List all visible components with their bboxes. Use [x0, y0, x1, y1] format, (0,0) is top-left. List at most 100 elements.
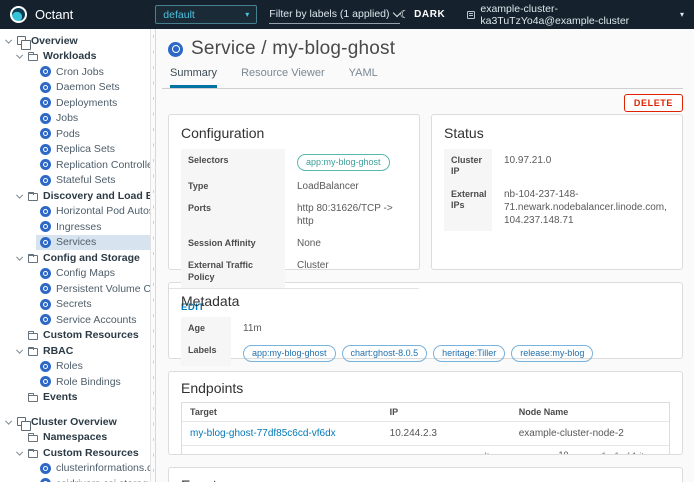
sidebar-item[interactable]: Namespaces: [0, 430, 150, 446]
sidebar-item-label: Services: [56, 236, 96, 248]
sidebar-item[interactable]: Cron Jobs: [0, 64, 150, 80]
resource-type-icon: [28, 435, 38, 443]
page-size-select[interactable]: 10: [556, 450, 589, 455]
sidebar-item[interactable]: Ingresses: [0, 219, 150, 235]
chevron-down-icon: [581, 450, 588, 455]
sidebar-item[interactable]: Role Bindings: [0, 374, 150, 390]
sidebar-item-label: Replica Sets: [56, 143, 115, 155]
sidebar-item-label: Daemon Sets: [56, 81, 120, 93]
sidebar-item[interactable]: Replica Sets: [0, 142, 150, 158]
resource-type-icon: [40, 463, 51, 474]
sidebar-item[interactable]: clusterinformations.crd.projec: [0, 461, 150, 477]
chevron-expand-icon[interactable]: [15, 452, 24, 455]
labels-label: Labels: [181, 339, 231, 366]
status-row: External IPs nb-104-237-148-71.newark.no…: [444, 183, 670, 231]
sidebar-item[interactable]: Persistent Volume Claims: [0, 281, 150, 297]
sidebar-item[interactable]: Custom Resources: [0, 445, 150, 461]
chevron-expand-icon[interactable]: [15, 195, 24, 198]
sidebar-item[interactable]: Secrets: [0, 297, 150, 313]
resource-type-icon: [40, 221, 51, 232]
resource-type-icon: [40, 128, 51, 139]
sidebar-item[interactable]: Discovery and Load Balancing: [0, 188, 150, 204]
sidebar-item-label: Role Bindings: [56, 376, 121, 388]
config-row-value: http 80:31626/TCP -> http: [297, 203, 393, 227]
tab-summary[interactable]: Summary: [170, 67, 217, 88]
theme-toggle[interactable]: ☾ DARK: [400, 8, 446, 21]
resource-type-icon: [28, 348, 38, 356]
endpoints-table: Target IP Node Name my-blog-ghost-77df85…: [181, 402, 670, 455]
theme-toggle-label: DARK: [414, 9, 445, 20]
moon-icon: ☾: [400, 8, 410, 21]
sidebar-item[interactable]: RBAC: [0, 343, 150, 359]
resource-type-icon: [40, 376, 51, 387]
resource-type-icon: [40, 175, 51, 186]
sidebar-item[interactable]: Stateful Sets: [0, 173, 150, 189]
sidebar-item[interactable]: Cluster Overview: [0, 414, 150, 430]
label-filter-text: Filter by labels (1 applied): [269, 8, 389, 20]
sidebar-item[interactable]: Config and Storage: [0, 250, 150, 266]
metadata-labels-row: Labels app:my-blog-ghost chart:ghost-8.0…: [181, 339, 670, 366]
sidebar-item-label: Service Accounts: [56, 314, 137, 326]
resource-type-icon: [17, 417, 26, 426]
sidebar-item[interactable]: Roles: [0, 359, 150, 375]
sidebar-item[interactable]: Service Accounts: [0, 312, 150, 328]
tab-yaml[interactable]: YAML: [349, 67, 378, 88]
sidebar-item[interactable]: Daemon Sets: [0, 80, 150, 96]
caret-down-icon: ▾: [245, 10, 249, 19]
resource-type-icon: [40, 144, 51, 155]
status-row-value: nb-104-237-148-71.newark.nodebalancer.li…: [504, 189, 667, 226]
column-header-ip: IP: [382, 403, 511, 421]
config-row: Type LoadBalancer: [181, 175, 407, 197]
sidebar-item[interactable]: Replication Controllers: [0, 157, 150, 173]
sidebar-item[interactable]: Events: [0, 390, 150, 406]
sidebar-item[interactable]: Deployments: [0, 95, 150, 111]
config-row-label: Session Affinity: [181, 232, 285, 254]
config-row-value: None: [297, 238, 321, 249]
sidebar-item[interactable]: Jobs: [0, 111, 150, 127]
label-pill[interactable]: app:my-blog-ghost: [243, 345, 336, 362]
age-label: Age: [181, 317, 231, 339]
chevron-expand-icon[interactable]: [4, 40, 13, 43]
chevron-expand-icon[interactable]: [15, 55, 24, 58]
label-pill[interactable]: heritage:Tiller: [433, 345, 505, 362]
namespace-select[interactable]: default ▾: [155, 5, 257, 24]
sidebar-item-label: Persistent Volume Claims: [56, 283, 150, 295]
endpoints-header-row: Target IP Node Name: [182, 403, 669, 421]
app-title: Octant: [35, 7, 73, 22]
config-row: Session Affinity None: [181, 232, 407, 254]
events-card: Events: [168, 467, 683, 482]
sidebar-item[interactable]: Config Maps: [0, 266, 150, 282]
chevron-expand-icon[interactable]: [15, 257, 24, 260]
status-row-label: External IPs: [444, 183, 492, 231]
label-filter[interactable]: Filter by labels (1 applied): [269, 5, 399, 24]
items-per-page-label: Items per page: [484, 451, 544, 455]
delete-button[interactable]: DELETE: [624, 94, 683, 112]
sidebar-item[interactable]: Pods: [0, 126, 150, 142]
endpoint-target-link[interactable]: my-blog-ghost-77df85c6cd-vf6dx: [190, 428, 336, 439]
resource-type-icon: [28, 395, 38, 403]
page-title: Service / my-blog-ghost: [191, 38, 395, 60]
sidebar-item[interactable]: Services: [0, 235, 150, 251]
main-content: Service / my-blog-ghost Summary Resource…: [156, 29, 694, 482]
status-row: Cluster IP 10.97.21.0: [444, 149, 670, 183]
context-selector[interactable]: example-cluster-ka3TuTzYo4a@example-clus…: [467, 3, 684, 27]
endpoints-pagination: Items per page 10 1 - 1 of 1 items: [182, 446, 669, 455]
chevron-expand-icon[interactable]: [15, 350, 24, 353]
sidebar-item[interactable]: csidrivers.csi.storage.k8s.io: [0, 476, 150, 482]
resource-type-icon: [17, 36, 26, 45]
resource-type-icon: [28, 333, 38, 341]
resource-type-icon: [40, 299, 51, 310]
sidebar-item[interactable]: Overview: [0, 33, 150, 49]
label-pill[interactable]: chart:ghost-8.0.5: [342, 345, 428, 362]
chevron-expand-icon[interactable]: [4, 421, 13, 424]
label-pills: app:my-blog-ghost chart:ghost-8.0.5 heri…: [243, 344, 670, 362]
sidebar-item[interactable]: Horizontal Pod Autoscalers: [0, 204, 150, 220]
page-size-value: 10: [558, 450, 568, 455]
sidebar-item[interactable]: Custom Resources: [0, 328, 150, 344]
sidebar-item[interactable]: Workloads: [0, 49, 150, 65]
label-pill[interactable]: release:my-blog: [511, 345, 593, 362]
tab-resource-viewer[interactable]: Resource Viewer: [241, 67, 325, 88]
sidebar-item-label: Discovery and Load Balancing: [43, 190, 150, 202]
sidebar-item-label: Jobs: [56, 112, 78, 124]
config-row: Selectors app:my-blog-ghost: [181, 149, 407, 175]
